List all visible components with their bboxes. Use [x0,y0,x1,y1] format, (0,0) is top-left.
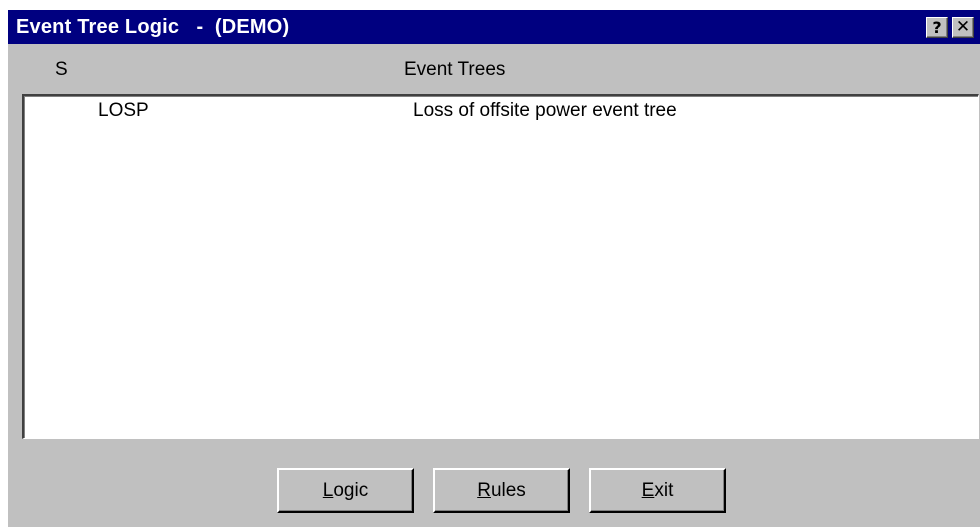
help-button[interactable]: ? [926,17,948,38]
exit-button[interactable]: Exit [589,468,726,513]
event-tree-description: Loss of offsite power event tree [413,100,677,121]
window-title: Event Tree Logic - (DEMO) [16,16,290,38]
rules-label: ules [490,480,526,501]
logic-mnemonic: L [322,480,334,501]
title-bar[interactable]: Event Tree Logic - (DEMO) ? ✕ [8,10,980,44]
close-button[interactable]: ✕ [952,17,974,38]
logic-label: ogic [333,480,369,501]
exit-label: xit [654,480,674,501]
column-header-status[interactable]: S [55,59,68,81]
rules-mnemonic: R [477,480,491,501]
event-tree-logic-window: Event Tree Logic - (DEMO) ? ✕ S Event Tr… [8,10,980,527]
close-icon: ✕ [955,17,971,37]
list-item[interactable]: LOSP Loss of offsite power event tree [24,100,978,126]
column-header-event-trees[interactable]: Event Trees [404,59,505,81]
question-mark-icon: ? [932,18,942,37]
event-tree-list[interactable]: LOSP Loss of offsite power event tree [22,94,979,439]
event-tree-name: LOSP [98,100,149,121]
exit-mnemonic: E [641,480,655,501]
rules-button[interactable]: Rules [433,468,570,513]
logic-button[interactable]: Logic [277,468,414,513]
